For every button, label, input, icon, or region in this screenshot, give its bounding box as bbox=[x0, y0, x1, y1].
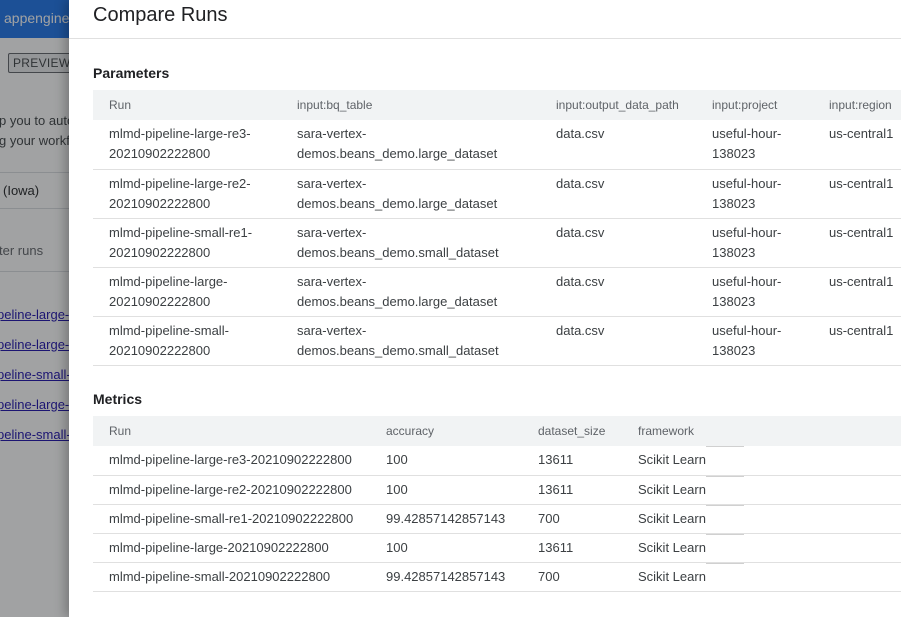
column-header-output-data-path[interactable]: input:output_data_path bbox=[540, 90, 696, 120]
framework-value: Scikit Learn bbox=[622, 562, 706, 592]
dataset-size-value: 13611 bbox=[522, 533, 622, 563]
table-row: mlmd-pipeline-large-re2-20210902222800 1… bbox=[93, 475, 901, 505]
table-row: mlmd-pipeline-small-20210902222800 99.42… bbox=[93, 562, 901, 592]
table-header-row: Run input:bq_table input:output_data_pat… bbox=[93, 90, 901, 120]
column-header-run[interactable]: Run bbox=[93, 90, 281, 120]
run-name: mlmd-pipeline-small-re1-20210902222800 bbox=[93, 504, 370, 534]
table-row: mlmd-pipeline-large-re3-20210902222800 1… bbox=[93, 446, 901, 476]
region-value: us-central1 bbox=[813, 169, 901, 219]
bq-table-value: sara-vertex-demos.beans_demo.large_datas… bbox=[281, 120, 540, 170]
dataset-size-value: 700 bbox=[522, 504, 622, 534]
divider bbox=[69, 38, 901, 39]
output-path-value: data.csv bbox=[540, 316, 696, 366]
run-name: mlmd-pipeline-large-20210902222800 bbox=[93, 533, 370, 563]
empty-cell bbox=[706, 504, 901, 534]
metrics-table: Run accuracy dataset_size framework mlmd… bbox=[93, 416, 901, 592]
run-name: mlmd-pipeline-large-20210902222800 bbox=[93, 267, 281, 317]
project-value: useful-hour-138023 bbox=[696, 169, 813, 219]
run-name: mlmd-pipeline-small-20210902222800 bbox=[93, 562, 370, 592]
run-name: mlmd-pipeline-large-re2-20210902222800 bbox=[93, 169, 281, 219]
column-header-dataset-size[interactable]: dataset_size bbox=[522, 416, 622, 446]
panel-title: Compare Runs bbox=[93, 4, 228, 26]
column-header-bq-table[interactable]: input:bq_table bbox=[281, 90, 540, 120]
region-value: us-central1 bbox=[813, 218, 901, 268]
compare-runs-panel: Compare Runs Parameters Run input:bq_tab… bbox=[69, 0, 901, 617]
run-name: mlmd-pipeline-large-re3-20210902222800 bbox=[93, 446, 370, 476]
region-value: us-central1 bbox=[813, 120, 901, 170]
column-header-run[interactable]: Run bbox=[93, 416, 370, 446]
column-header-framework[interactable]: framework bbox=[622, 416, 706, 446]
output-path-value: data.csv bbox=[540, 120, 696, 170]
parameters-title: Parameters bbox=[93, 65, 170, 81]
bq-table-value: sara-vertex-demos.beans_demo.large_datas… bbox=[281, 169, 540, 219]
column-header-accuracy[interactable]: accuracy bbox=[370, 416, 522, 446]
output-path-value: data.csv bbox=[540, 218, 696, 268]
output-path-value: data.csv bbox=[540, 169, 696, 219]
table-row: mlmd-pipeline-large-20210902222800 100 1… bbox=[93, 533, 901, 563]
empty-cell bbox=[706, 446, 901, 476]
table-row: mlmd-pipeline-small-re1-20210902222800 s… bbox=[93, 218, 901, 268]
table-header-row: Run accuracy dataset_size framework bbox=[93, 416, 901, 446]
dataset-size-value: 13611 bbox=[522, 446, 622, 476]
accuracy-value: 100 bbox=[370, 446, 522, 476]
table-row: mlmd-pipeline-large-re3-20210902222800 s… bbox=[93, 120, 901, 170]
framework-value: Scikit Learn bbox=[622, 446, 706, 476]
framework-value: Scikit Learn bbox=[622, 475, 706, 505]
parameters-table: Run input:bq_table input:output_data_pat… bbox=[93, 90, 901, 366]
bq-table-value: sara-vertex-demos.beans_demo.small_datas… bbox=[281, 218, 540, 268]
bq-table-value: sara-vertex-demos.beans_demo.small_datas… bbox=[281, 316, 540, 366]
run-name: mlmd-pipeline-small-20210902222800 bbox=[93, 316, 281, 366]
dataset-size-value: 700 bbox=[522, 562, 622, 592]
bq-table-value: sara-vertex-demos.beans_demo.large_datas… bbox=[281, 267, 540, 317]
accuracy-value: 99.42857142857143 bbox=[370, 562, 522, 592]
dataset-size-value: 13611 bbox=[522, 475, 622, 505]
run-name: mlmd-pipeline-large-re3-20210902222800 bbox=[93, 120, 281, 170]
accuracy-value: 100 bbox=[370, 475, 522, 505]
run-name: mlmd-pipeline-large-re2-20210902222800 bbox=[93, 475, 370, 505]
table-row: mlmd-pipeline-large-20210902222800 sara-… bbox=[93, 267, 901, 317]
run-name: mlmd-pipeline-small-re1-20210902222800 bbox=[93, 218, 281, 268]
metrics-title: Metrics bbox=[93, 391, 143, 407]
table-row: mlmd-pipeline-small-20210902222800 sara-… bbox=[93, 316, 901, 366]
column-header-region[interactable]: input:region bbox=[813, 90, 901, 120]
empty-cell bbox=[706, 533, 901, 563]
table-row: mlmd-pipeline-large-re2-20210902222800 s… bbox=[93, 169, 901, 219]
project-value: useful-hour-138023 bbox=[696, 316, 813, 366]
framework-value: Scikit Learn bbox=[622, 533, 706, 563]
empty-cell bbox=[706, 562, 901, 592]
project-value: useful-hour-138023 bbox=[696, 267, 813, 317]
accuracy-value: 99.42857142857143 bbox=[370, 504, 522, 534]
output-path-value: data.csv bbox=[540, 267, 696, 317]
column-header-project[interactable]: input:project bbox=[696, 90, 813, 120]
table-row: mlmd-pipeline-small-re1-20210902222800 9… bbox=[93, 504, 901, 534]
project-value: useful-hour-138023 bbox=[696, 218, 813, 268]
region-value: us-central1 bbox=[813, 316, 901, 366]
region-value: us-central1 bbox=[813, 267, 901, 317]
column-header-extra bbox=[706, 416, 901, 446]
project-value: useful-hour-138023 bbox=[696, 120, 813, 170]
framework-value: Scikit Learn bbox=[622, 504, 706, 534]
empty-cell bbox=[706, 475, 901, 505]
accuracy-value: 100 bbox=[370, 533, 522, 563]
